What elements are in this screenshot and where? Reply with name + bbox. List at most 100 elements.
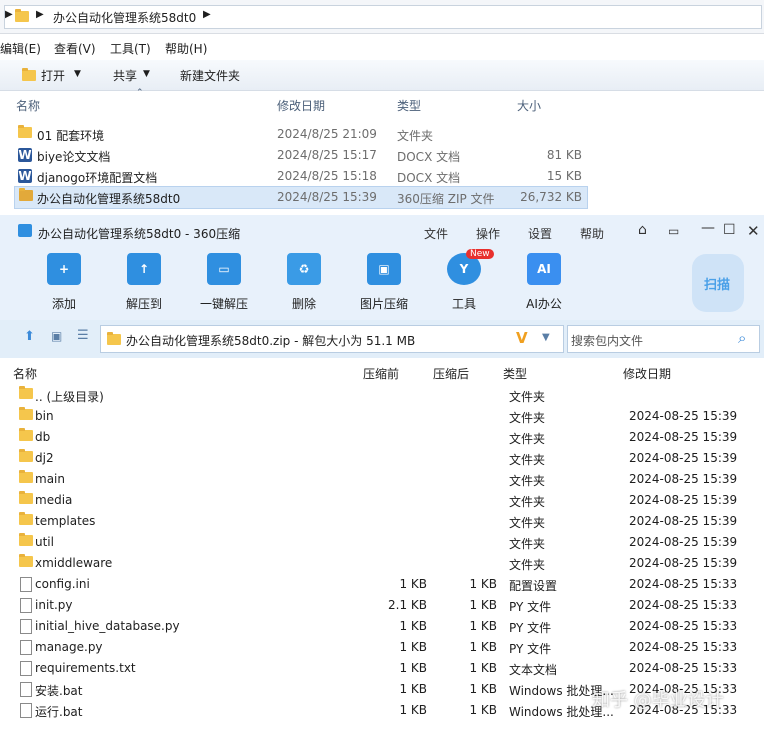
zip-item-name: xmiddleware xyxy=(35,556,113,570)
zip-item-name: dj2 xyxy=(35,451,54,465)
zip-item-name: config.ini xyxy=(35,577,90,591)
extract-label: 解压到 xyxy=(125,297,162,311)
zip-item-name: templates xyxy=(35,514,96,528)
image-compress-button[interactable]: ▣ 图片压缩 xyxy=(352,253,416,312)
zip-item-type: 文件夹 xyxy=(509,390,546,404)
nav-arrow-icon[interactable]: ▶ xyxy=(5,9,13,20)
menu-settings[interactable]: 设置 xyxy=(528,225,552,242)
tools-button[interactable]: Y 工具 xyxy=(432,253,496,312)
zip-row[interactable]: templates 文件夹 2024-08-25 15:39 xyxy=(14,511,758,532)
zip-row[interactable]: requirements.txt 1 KB 1 KB 文本文档 2024-08-25 1… xyxy=(14,658,758,679)
add-label: 添加 xyxy=(51,297,76,311)
zip-item-date: 2024-08-25 15:33 xyxy=(629,619,738,633)
zip-item-name: manage.py xyxy=(35,640,103,654)
zcol-after[interactable]: 压缩后 xyxy=(433,365,469,382)
file-name: biye论文文档 xyxy=(37,150,111,164)
file-type: DOCX 文档 xyxy=(397,150,461,164)
scan-button[interactable]: 扫描 xyxy=(692,254,744,312)
zip-item-name: main xyxy=(35,472,65,486)
new-folder-button[interactable]: 新建文件夹 xyxy=(180,67,240,84)
menu-edit[interactable]: 编辑(E) xyxy=(0,40,41,57)
ai-office-button[interactable]: AI AI办公 xyxy=(512,253,576,312)
delete-button[interactable]: ♻ 删除 xyxy=(272,253,336,312)
feedback-icon[interactable]: ▭ xyxy=(668,224,679,238)
file-icon xyxy=(20,598,32,613)
address-box[interactable]: ▶ ▶ 办公自动化管理系统58dt0 ▶ xyxy=(4,5,762,29)
v-icon[interactable]: V xyxy=(516,329,528,347)
zip-item-name: .. (上级目录) xyxy=(35,390,104,404)
view-icon[interactable]: ▣ xyxy=(51,329,62,343)
close-icon[interactable]: ✕ xyxy=(747,222,760,240)
zip-row[interactable]: media 文件夹 2024-08-25 15:39 xyxy=(14,490,758,511)
list-view-icon[interactable]: ☰ xyxy=(77,328,89,343)
recycle-icon: ♻ xyxy=(287,253,321,285)
zcol-date[interactable]: 修改日期 xyxy=(623,365,671,382)
share-button[interactable]: 共享 xyxy=(113,67,137,84)
open-button[interactable]: 打开 xyxy=(41,67,65,84)
search-box[interactable]: 搜索包内文件 ⌕ xyxy=(567,325,760,353)
zip-row[interactable]: dj2 文件夹 2024-08-25 15:39 xyxy=(14,448,758,469)
open-dropdown-icon[interactable]: ▼ xyxy=(74,69,81,79)
zip-item-date: 2024-08-25 15:33 xyxy=(629,577,738,591)
search-icon[interactable]: ⌕ xyxy=(738,329,746,347)
file-date: 2024/8/25 15:18 xyxy=(277,169,377,183)
zip-item-name: db xyxy=(35,430,51,444)
zip-item-date: 2024-08-25 15:39 xyxy=(629,451,738,465)
folder-icon xyxy=(19,449,33,462)
menu-view[interactable]: 查看(V) xyxy=(54,40,96,57)
search-input[interactable]: 搜索包内文件 xyxy=(571,332,643,349)
zip-row[interactable]: bin 文件夹 2024-08-25 15:39 xyxy=(14,406,758,427)
zip-item-date: 2024-08-25 15:39 xyxy=(629,472,738,486)
zip-size-after: 1 KB xyxy=(469,682,497,696)
menu-ops[interactable]: 操作 xyxy=(476,225,500,242)
zip-row[interactable]: util 文件夹 2024-08-25 15:39 xyxy=(14,532,758,553)
menu-help[interactable]: 帮助 xyxy=(580,225,604,242)
menu-file[interactable]: 文件 xyxy=(424,225,448,242)
zip-row[interactable]: xmiddleware 文件夹 2024-08-25 15:39 xyxy=(14,553,758,574)
path-box[interactable]: 办公自动化管理系统58dt0.zip - 解包大小为 51.1 MB V ▼ xyxy=(100,325,564,353)
file-name: 01 配套环境 xyxy=(37,129,105,143)
col-modified[interactable]: 修改日期 xyxy=(277,97,325,114)
file-row[interactable]: W djanogo环境配置文档 2024/8/25 15:18 DOCX 文档 … xyxy=(14,166,586,187)
file-row[interactable]: W biye论文文档 2024/8/25 15:17 DOCX 文档 81 KB xyxy=(14,145,586,166)
file-type: 文件夹 xyxy=(397,129,434,143)
zip-row[interactable]: .. (上级目录) 文件夹 xyxy=(14,385,758,406)
breadcrumb[interactable]: 办公自动化管理系统58dt0 xyxy=(53,9,196,26)
zip-row[interactable]: manage.py 1 KB 1 KB PY 文件 2024-08-25 15:33 xyxy=(14,637,758,658)
minimize-icon[interactable]: — xyxy=(701,220,715,236)
maximize-icon[interactable]: ☐ xyxy=(723,222,736,238)
skin-icon[interactable]: ⌂ xyxy=(638,222,647,238)
path-dropdown-icon[interactable]: ▼ xyxy=(542,332,550,343)
zip-row[interactable]: db 文件夹 2024-08-25 15:39 xyxy=(14,427,758,448)
col-size[interactable]: 大小 xyxy=(517,97,541,114)
file-row[interactable]: 01 配套环境 2024/8/25 21:09 文件夹 xyxy=(14,124,586,145)
zcol-name[interactable]: 名称 xyxy=(13,365,37,382)
zip-item-name: media xyxy=(35,493,73,507)
menu-tools[interactable]: 工具(T) xyxy=(110,40,151,57)
col-type[interactable]: 类型 xyxy=(397,97,421,114)
file-date: 2024/8/25 21:09 xyxy=(277,127,377,141)
col-name[interactable]: 名称 xyxy=(16,97,40,114)
up-arrow-icon[interactable]: ⬆ xyxy=(24,329,35,344)
file-icon xyxy=(20,661,32,676)
zip-row[interactable]: initial_hive_database.py 1 KB 1 KB PY 文件 202… xyxy=(14,616,758,637)
breadcrumb-chevron-icon[interactable]: ▶ xyxy=(203,9,211,20)
zcol-type[interactable]: 类型 xyxy=(503,365,527,382)
add-button[interactable]: + 添加 xyxy=(32,253,96,312)
zip-row[interactable]: main 文件夹 2024-08-25 15:39 xyxy=(14,469,758,490)
zip-item-date: 2024-08-25 15:39 xyxy=(629,514,738,528)
zcol-before[interactable]: 压缩前 xyxy=(363,365,399,382)
new-badge: New xyxy=(466,249,494,259)
folder-icon xyxy=(19,470,33,483)
share-dropdown-icon[interactable]: ▼ xyxy=(143,69,150,79)
zip-size-after: 1 KB xyxy=(469,703,497,717)
zip-row[interactable]: config.ini 1 KB 1 KB 配置设置 2024-08-25 15:33 xyxy=(14,574,758,595)
one-click-extract-button[interactable]: ▭ 一键解压 xyxy=(192,253,256,312)
zip-row[interactable]: init.py 2.1 KB 1 KB PY 文件 2024-08-25 15:33 xyxy=(14,595,758,616)
zip-item-name: initial_hive_database.py xyxy=(35,619,180,633)
file-row-selected[interactable]: 办公自动化管理系统58dt0 2024/8/25 15:39 360压缩 ZIP… xyxy=(14,186,588,209)
menu-help[interactable]: 帮助(H) xyxy=(165,40,207,57)
tools-label: 工具 xyxy=(451,297,476,311)
file-size: 15 KB xyxy=(546,169,582,183)
extract-to-button[interactable]: ↑ 解压到 xyxy=(112,253,176,312)
